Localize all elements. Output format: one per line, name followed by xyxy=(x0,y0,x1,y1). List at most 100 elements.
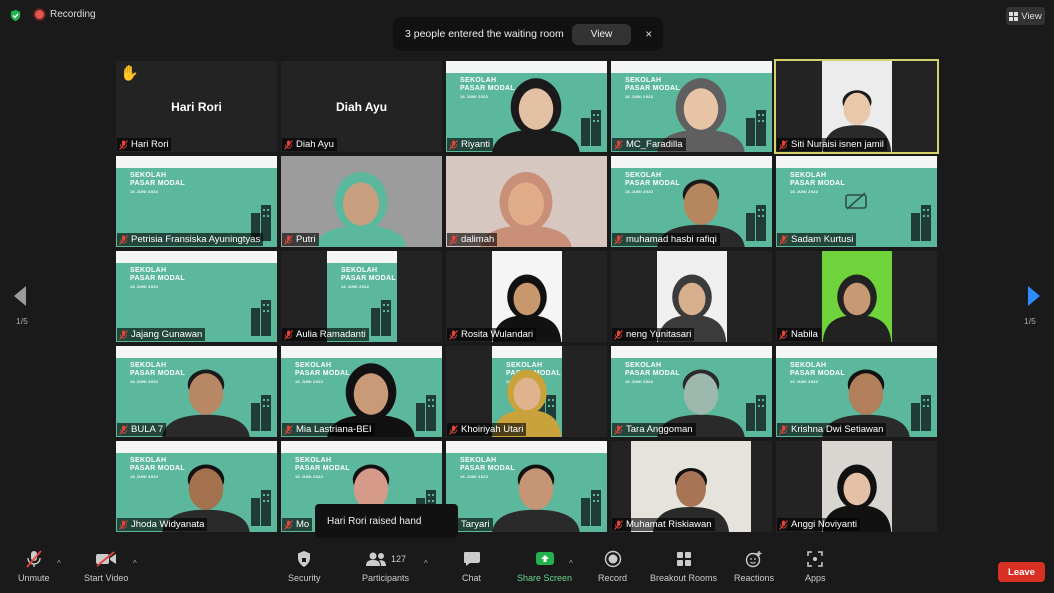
participant-name: muhamad hasbi rafiqi xyxy=(626,234,717,245)
participant-tile[interactable]: Siti Nuraisi isnen jamil xyxy=(774,59,939,154)
participant-name-label: Sadam Kurtusi xyxy=(777,233,857,246)
participant-tile[interactable]: Muhamat Riskiawan xyxy=(611,441,772,532)
close-icon[interactable]: × xyxy=(645,27,652,41)
prev-page-button[interactable] xyxy=(12,285,28,312)
slide-header-strip xyxy=(327,251,397,263)
participant-tile[interactable]: SEKOLAH PASAR MODAL 16 JUNI 2022 Taryari xyxy=(446,441,607,532)
slide-header-strip xyxy=(776,156,937,168)
mic-muted-icon xyxy=(779,329,788,340)
participant-tile[interactable]: dalimah xyxy=(446,156,607,247)
video-off-icon xyxy=(96,551,117,567)
meeting-toolbar: Unmute ^ Start Video ^ Security 127 Part… xyxy=(0,547,1054,593)
audio-options-caret-icon[interactable]: ^ xyxy=(57,559,61,568)
apps-button[interactable]: Apps xyxy=(805,547,826,583)
security-button[interactable]: Security xyxy=(288,547,321,583)
mic-muted-icon xyxy=(119,139,128,150)
unmute-label: Unmute xyxy=(18,573,50,583)
participant-name: Siti Nuraisi isnen jamil xyxy=(791,139,884,150)
participant-name-label: Hari Rori xyxy=(117,138,172,151)
top-bar: Recording 3 people entered the waiting r… xyxy=(0,0,1054,51)
participant-tile[interactable]: SEKOLAH PASAR MODAL 16 JUNI 2022 Krishna Dw… xyxy=(776,346,937,437)
unmute-button[interactable]: Unmute xyxy=(18,547,50,583)
apps-icon xyxy=(807,551,823,567)
mic-muted-icon xyxy=(449,329,458,340)
mic-muted-icon xyxy=(119,519,128,530)
reactions-button[interactable]: Reactions xyxy=(734,547,774,583)
participant-name-label: Mo xyxy=(282,518,313,531)
slide-title-line1: SEKOLAH xyxy=(790,172,827,179)
participant-tile[interactable]: SEKOLAH PASAR MODAL 16 JUNI 2022 Jhoda Widy… xyxy=(116,441,277,532)
participants-button[interactable]: 127 Participants xyxy=(362,547,409,583)
recording-label: Recording xyxy=(50,9,96,20)
record-button[interactable]: Record xyxy=(598,547,627,583)
participant-tile[interactable]: SEKOLAH PASAR MODAL 16 JUNI 2022 Mia Lastri… xyxy=(281,346,442,437)
participant-name: Jhoda Widyanata xyxy=(131,519,205,530)
participant-name: Mia Lastriana-BEI xyxy=(296,424,372,435)
share-options-caret-icon[interactable]: ^ xyxy=(569,559,573,568)
page-indicator-right: 1/5 xyxy=(1024,316,1036,326)
share-screen-icon xyxy=(535,552,554,565)
participant-tile[interactable]: SEKOLAH PASAR MODAL 16 JUNI 2022 Aulia Rama… xyxy=(281,251,442,342)
participant-name-label: Nabila xyxy=(777,328,821,341)
participant-tile[interactable]: SEKOLAH PASAR MODAL 16 JUNI 2022 BULA 7 xyxy=(116,346,277,437)
building-graphic-icon xyxy=(371,300,391,336)
mic-muted-icon xyxy=(614,424,623,435)
participant-tile[interactable]: Nabila xyxy=(776,251,937,342)
participant-tile[interactable]: Rosita Wulandari xyxy=(446,251,607,342)
apps-label: Apps xyxy=(805,573,826,583)
participants-count: 127 xyxy=(391,554,407,564)
start-video-button[interactable]: Start Video xyxy=(84,547,128,583)
chevron-left-icon xyxy=(14,286,26,306)
participant-tile[interactable]: SEKOLAH PASAR MODAL 16 JUNI 2022 Tara Anggo… xyxy=(611,346,772,437)
mic-muted-icon xyxy=(284,234,293,245)
slide-title: SEKOLAHPASAR MODAL 16 JUNI 2022 xyxy=(790,172,845,196)
reactions-label: Reactions xyxy=(734,573,775,583)
participant-name-label: dalimah xyxy=(447,233,498,246)
participant-name-label: Siti Nuraisi isnen jamil xyxy=(777,138,887,151)
slide-title-line1: SEKOLAH xyxy=(130,172,167,179)
participant-name: Anggi Noviyanti xyxy=(791,519,858,530)
recording-indicator[interactable]: Recording xyxy=(35,9,96,20)
participant-tile[interactable]: SEKOLAH PASAR MODAL 16 JUNI 2022 MC_Faradil… xyxy=(611,61,772,152)
participant-tile[interactable]: neng Yunitasari xyxy=(611,251,772,342)
participant-tile[interactable]: Anggi Noviyanti xyxy=(776,441,937,532)
shield-check-icon[interactable] xyxy=(9,9,22,22)
participant-name: Sadam Kurtusi xyxy=(791,234,854,245)
participant-name-label: neng Yunitasari xyxy=(612,328,695,341)
participant-tile[interactable]: Hari Rori ✋ Hari Rori xyxy=(116,61,277,152)
slide-date: 16 JUNI 2022 xyxy=(130,189,159,194)
participant-tile[interactable]: SEKOLAH PASAR MODAL 16 JUNI 2022 Jajang Gun… xyxy=(116,251,277,342)
share-screen-label: Share Screen xyxy=(517,573,573,583)
participant-tile[interactable]: SEKOLAH PASAR MODAL 16 JUNI 2022 Petrisia F… xyxy=(116,156,277,247)
mic-muted-icon xyxy=(449,424,458,435)
participant-name: Rosita Wulandari xyxy=(461,329,534,340)
participant-tile[interactable]: SEKOLAH PASAR MODAL 16 JUNI 2022 muhamad ha… xyxy=(611,156,772,247)
participant-name-label: muhamad hasbi rafiqi xyxy=(612,233,720,246)
mic-muted-icon xyxy=(449,139,458,150)
share-screen-button[interactable]: Share Screen xyxy=(517,547,572,583)
breakout-rooms-button[interactable]: Breakout Rooms xyxy=(650,547,717,583)
next-page-button[interactable] xyxy=(1026,285,1042,312)
participant-name-label: Khoiriyah Utari xyxy=(447,423,527,436)
chat-button[interactable]: Chat xyxy=(462,547,481,583)
participant-tile[interactable]: SEKOLAH PASAR MODAL 16 JUNI 2022 Riyanti xyxy=(446,61,607,152)
participants-caret-icon[interactable]: ^ xyxy=(424,559,428,568)
participant-name-label: Riyanti xyxy=(447,138,494,151)
view-layout-button[interactable]: View xyxy=(1006,7,1045,25)
slide-title-line2: PASAR MODAL xyxy=(130,180,185,187)
waiting-room-view-button[interactable]: View xyxy=(571,23,632,45)
participant-tile[interactable]: Putri xyxy=(281,156,442,247)
slide-title-line2: PASAR MODAL xyxy=(341,275,396,282)
participant-name-label: Muhamat Riskiawan xyxy=(612,518,715,531)
participant-name: Nabila xyxy=(791,329,818,340)
participant-tile[interactable]: SEKOLAH PASAR MODAL 16 JUNI 2022 Sadam Kurt… xyxy=(776,156,937,247)
video-frame xyxy=(822,251,892,342)
slide-date: 16 JUNI 2022 xyxy=(790,189,819,194)
participant-tile[interactable]: SEKOLAHPASAR MODAL16 JUNI 2022Khoiriyah … xyxy=(446,346,607,437)
start-video-label: Start Video xyxy=(84,573,129,583)
video-options-caret-icon[interactable]: ^ xyxy=(133,559,137,568)
raised-hand-text: Hari Rori raised hand xyxy=(327,515,422,527)
record-dot-icon xyxy=(35,10,44,19)
participant-tile[interactable]: Diah Ayu Diah Ayu xyxy=(281,61,442,152)
leave-button[interactable]: Leave xyxy=(998,562,1045,582)
